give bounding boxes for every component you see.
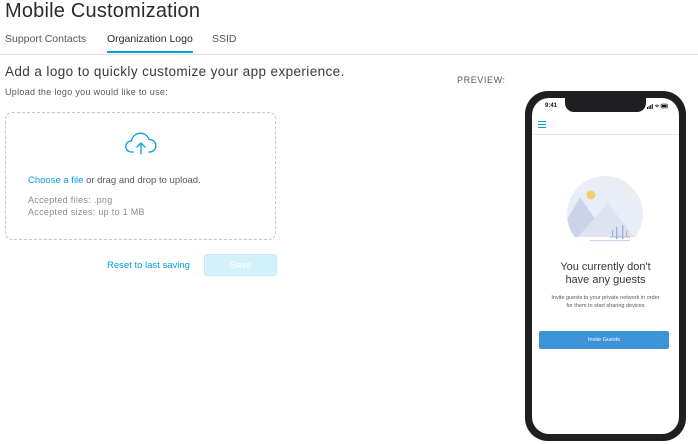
empty-state-description: Invite guests to your private network in…: [532, 294, 679, 310]
preview-label: PREVIEW:: [457, 75, 506, 85]
app-header-divider: [532, 134, 679, 135]
empty-state-title: You currently don't have any guests: [532, 261, 679, 287]
page-title: Mobile Customization: [5, 0, 201, 22]
tab-support-contacts[interactable]: Support Contacts: [5, 33, 86, 45]
hamburger-menu-icon[interactable]: [538, 121, 546, 128]
save-button[interactable]: Save: [204, 254, 277, 276]
reset-to-last-saving-link[interactable]: Reset to last saving: [107, 260, 190, 271]
upload-prompt: Choose a file or drag and drop to upload…: [28, 175, 201, 186]
empty-desc-line-1: Invite guests to your private network in…: [551, 295, 660, 301]
empty-title-line-2: have any guests: [565, 274, 646, 286]
tab-organization-logo[interactable]: Organization Logo: [107, 33, 193, 53]
tab-bar: Support Contacts Organization Logo SSID: [0, 30, 698, 55]
phone-screen: 9:41 You currently don't have any guests…: [532, 98, 679, 434]
phone-notch: [565, 98, 646, 112]
empty-guests-illustration: [567, 176, 643, 252]
accepted-files-text: Accepted files: .png: [28, 195, 113, 205]
empty-title-line-1: You currently don't: [560, 261, 651, 273]
cloud-upload-icon: [125, 132, 157, 155]
status-time: 9:41: [545, 103, 558, 109]
tab-ssid[interactable]: SSID: [212, 33, 237, 45]
logo-dropzone[interactable]: Choose a file or drag and drop to upload…: [5, 112, 276, 240]
choose-file-link[interactable]: Choose a file: [28, 175, 83, 186]
empty-desc-line-2: for them to start sharing devices: [566, 303, 645, 309]
upload-instruction: Upload the logo you would like to use:: [5, 87, 168, 97]
phone-preview: 9:41 You currently don't have any guests…: [525, 91, 686, 441]
upload-prompt-text: or drag and drop to upload.: [83, 175, 201, 186]
invite-guests-button[interactable]: Invite Guests: [539, 331, 669, 349]
accepted-sizes-text: Accepted sizes: up to 1 MB: [28, 207, 145, 217]
section-headline: Add a logo to quickly customize your app…: [5, 64, 345, 79]
status-bar-icons: [647, 103, 668, 109]
